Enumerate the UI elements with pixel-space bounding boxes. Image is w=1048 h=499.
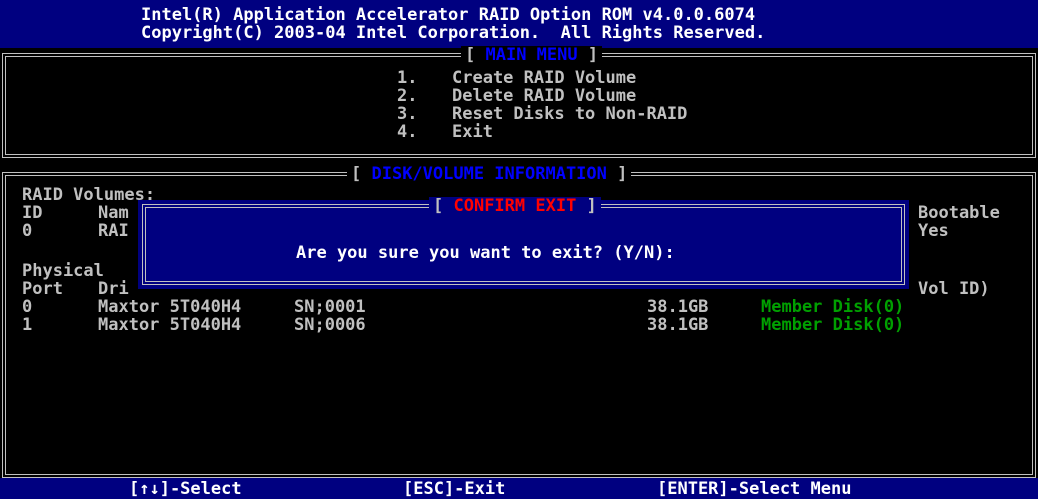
disk-model: Maxtor 5T040H4 [98, 315, 242, 335]
dialog-message: Are you sure you want to exit? (Y/N): [296, 243, 675, 263]
disk-type: Member Disk(0) [761, 297, 905, 317]
volume-name: RAI [98, 221, 129, 241]
copyright-text: Copyright(C) 2003-04 Intel Corporation. … [141, 23, 766, 43]
disk-header-drive: Dri [98, 279, 129, 299]
disk-size: 38.1GB [647, 315, 709, 335]
menu-item-exit[interactable]: Exit [452, 123, 493, 141]
menu-item-number: 2. [397, 86, 418, 106]
disk-type: Member Disk(0) [761, 315, 905, 335]
footer-key-hints: [↑↓]-Select [ESC]-Exit [ENTER]-Select Me… [0, 478, 1038, 499]
disk-serial: SN;0001 [294, 297, 366, 317]
disk-serial: SN;0006 [294, 315, 366, 335]
disk-port: 1 [22, 315, 33, 335]
disk-port: 0 [22, 297, 33, 317]
volume-header-bootable: Bootable [918, 203, 1000, 223]
confirm-exit-dialog: [ CONFIRM EXIT ] Are you sure you want t… [138, 197, 909, 289]
volume-id: 0 [22, 221, 33, 241]
disk-header-port: Port [22, 279, 63, 299]
volume-bootable: Yes [918, 221, 949, 241]
raid-volumes-label: RAID Volumes: [22, 185, 156, 205]
volume-header-id: ID [22, 203, 43, 223]
rom-header: Intel(R) Application Accelerator RAID Op… [0, 0, 1038, 48]
footer-exit-hint: [ESC]-Exit [403, 479, 506, 499]
disk-header-vol-id: Vol ID) [918, 279, 990, 299]
disk-size: 38.1GB [647, 297, 709, 317]
volume-header-name: Nam [98, 203, 129, 223]
physical-disks-label: Physical [22, 261, 104, 281]
raid-option-rom-screen: Intel(R) Application Accelerator RAID Op… [0, 0, 1038, 499]
disk-model: Maxtor 5T040H4 [98, 297, 242, 317]
menu-item-delete-raid-volume[interactable]: Delete RAID Volume [452, 87, 636, 105]
menu-item-reset-disks[interactable]: Reset Disks to Non-RAID [452, 105, 687, 123]
disk-volume-title: [ DISK/VOLUME INFORMATION ] [347, 165, 632, 183]
menu-item-number: 1. [397, 68, 418, 88]
footer-enter-hint: [ENTER]-Select Menu [657, 479, 852, 499]
rom-title: Intel(R) Application Accelerator RAID Op… [141, 5, 756, 25]
footer-select-hint: [↑↓]-Select [129, 479, 242, 499]
menu-item-number: 3. [397, 104, 418, 124]
menu-item-create-raid-volume[interactable]: Create RAID Volume [452, 69, 636, 87]
menu-item-number: 4. [397, 122, 418, 142]
main-menu-title: [ MAIN MENU ] [461, 46, 603, 64]
dialog-title: [ CONFIRM EXIT ] [429, 197, 601, 215]
